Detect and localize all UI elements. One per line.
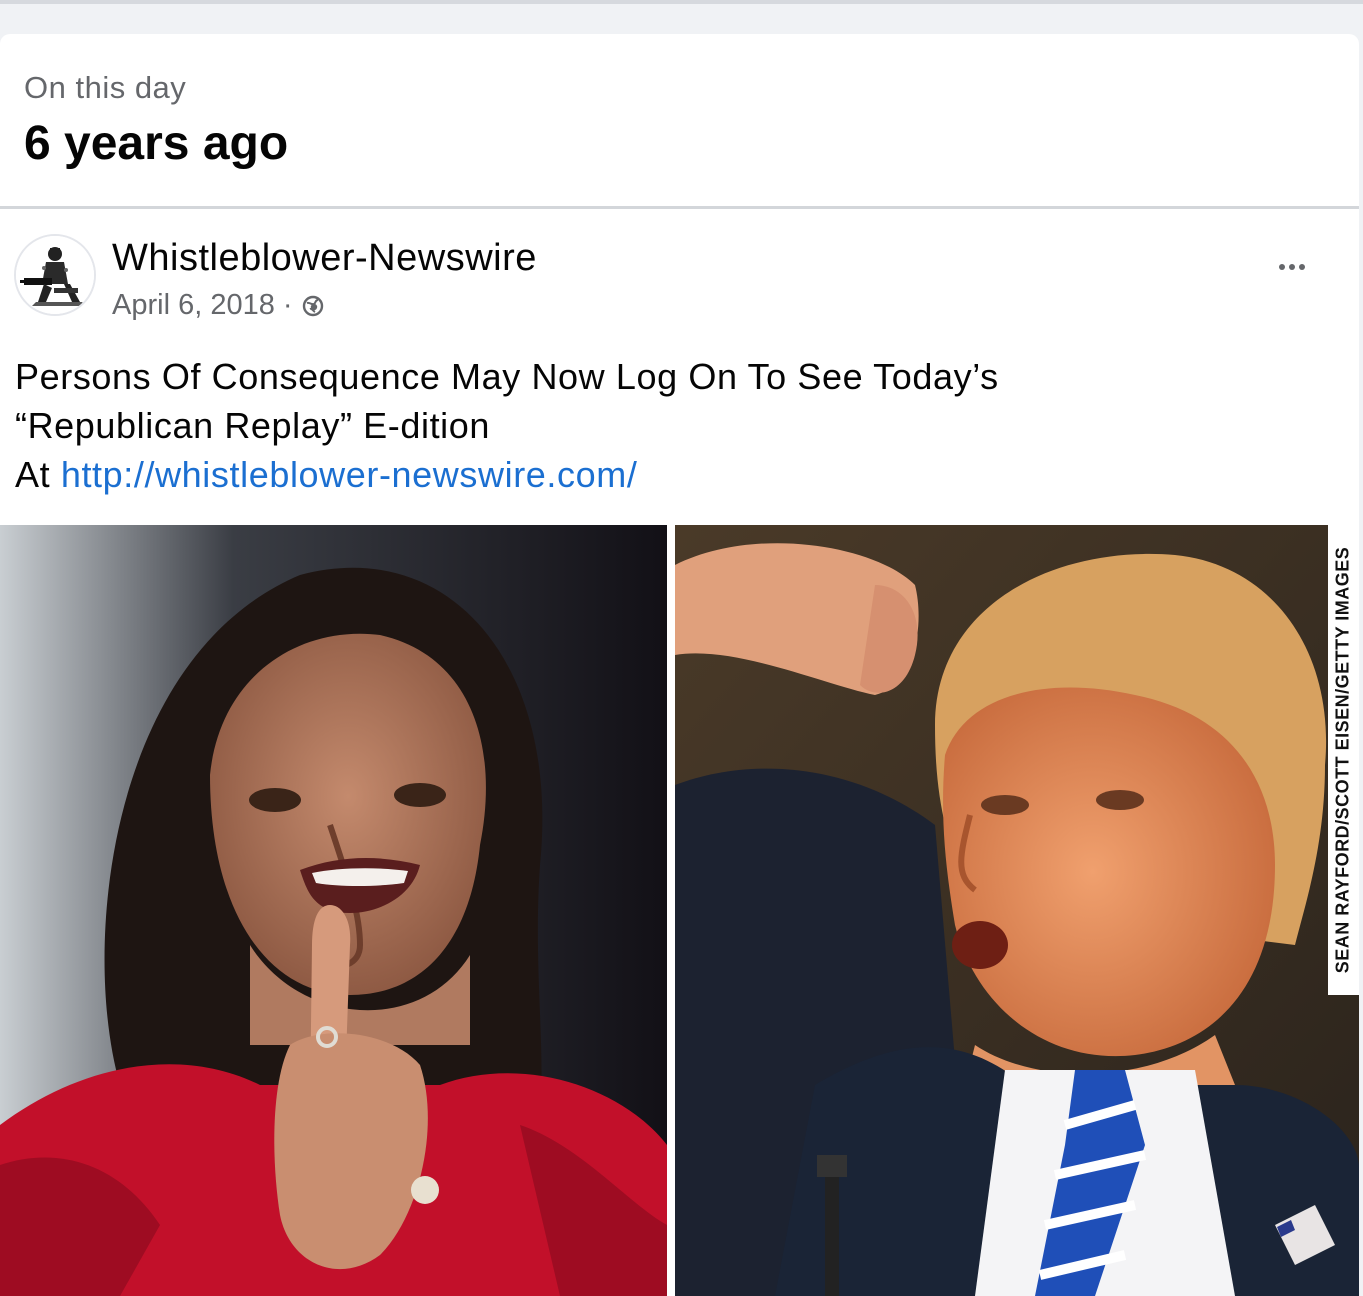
feed-top-strip bbox=[0, 0, 1363, 34]
link-prefix: At bbox=[15, 454, 61, 495]
post-text: Persons Of Consequence May Now Log On To… bbox=[15, 352, 1315, 499]
post-meta: April 6, 2018 · bbox=[112, 289, 325, 322]
post-link[interactable]: http://whistleblower-newswire.com/ bbox=[61, 454, 638, 495]
memory-header: On this day 6 years ago bbox=[0, 34, 1359, 209]
more-dot bbox=[1289, 264, 1295, 270]
memory-kicker: On this day bbox=[24, 70, 187, 105]
post-date[interactable]: April 6, 2018 bbox=[112, 289, 275, 322]
photo-woman-speaking bbox=[0, 525, 667, 1296]
photo-credit-text: SEAN RAYFORD/SCOTT EISEN/GETTY IMAGES bbox=[1332, 546, 1353, 974]
author-name[interactable]: Whistleblower-Newswire bbox=[112, 237, 537, 280]
post-photo[interactable]: SEAN RAYFORD/SCOTT EISEN/GETTY IMAGES bbox=[0, 525, 1359, 1296]
photo-credit: SEAN RAYFORD/SCOTT EISEN/GETTY IMAGES bbox=[1328, 525, 1359, 995]
meta-separator: · bbox=[282, 289, 293, 321]
post-text-line: “Republican Replay” E-dition bbox=[15, 405, 491, 446]
post-text-line: At http://whistleblower-newswire.com/ bbox=[15, 450, 1315, 499]
post-text-line: Persons Of Consequence May Now Log On To… bbox=[15, 356, 999, 397]
memory-title: 6 years ago bbox=[24, 117, 289, 170]
more-dot bbox=[1279, 264, 1285, 270]
page-avatar[interactable] bbox=[14, 234, 96, 316]
globe-icon bbox=[302, 295, 323, 316]
photo-left-panel bbox=[0, 525, 667, 1296]
photo-man-gesturing bbox=[675, 525, 1359, 1296]
post-header: Whistleblower-Newswire April 6, 2018 · bbox=[0, 209, 1359, 359]
photo-right-panel bbox=[675, 525, 1359, 1296]
more-options-button[interactable] bbox=[1270, 249, 1314, 285]
memory-card: On this day 6 years ago Whistleblower-Ne… bbox=[0, 34, 1359, 1296]
whistleblower-logo-icon bbox=[16, 236, 94, 314]
more-dot bbox=[1299, 264, 1305, 270]
